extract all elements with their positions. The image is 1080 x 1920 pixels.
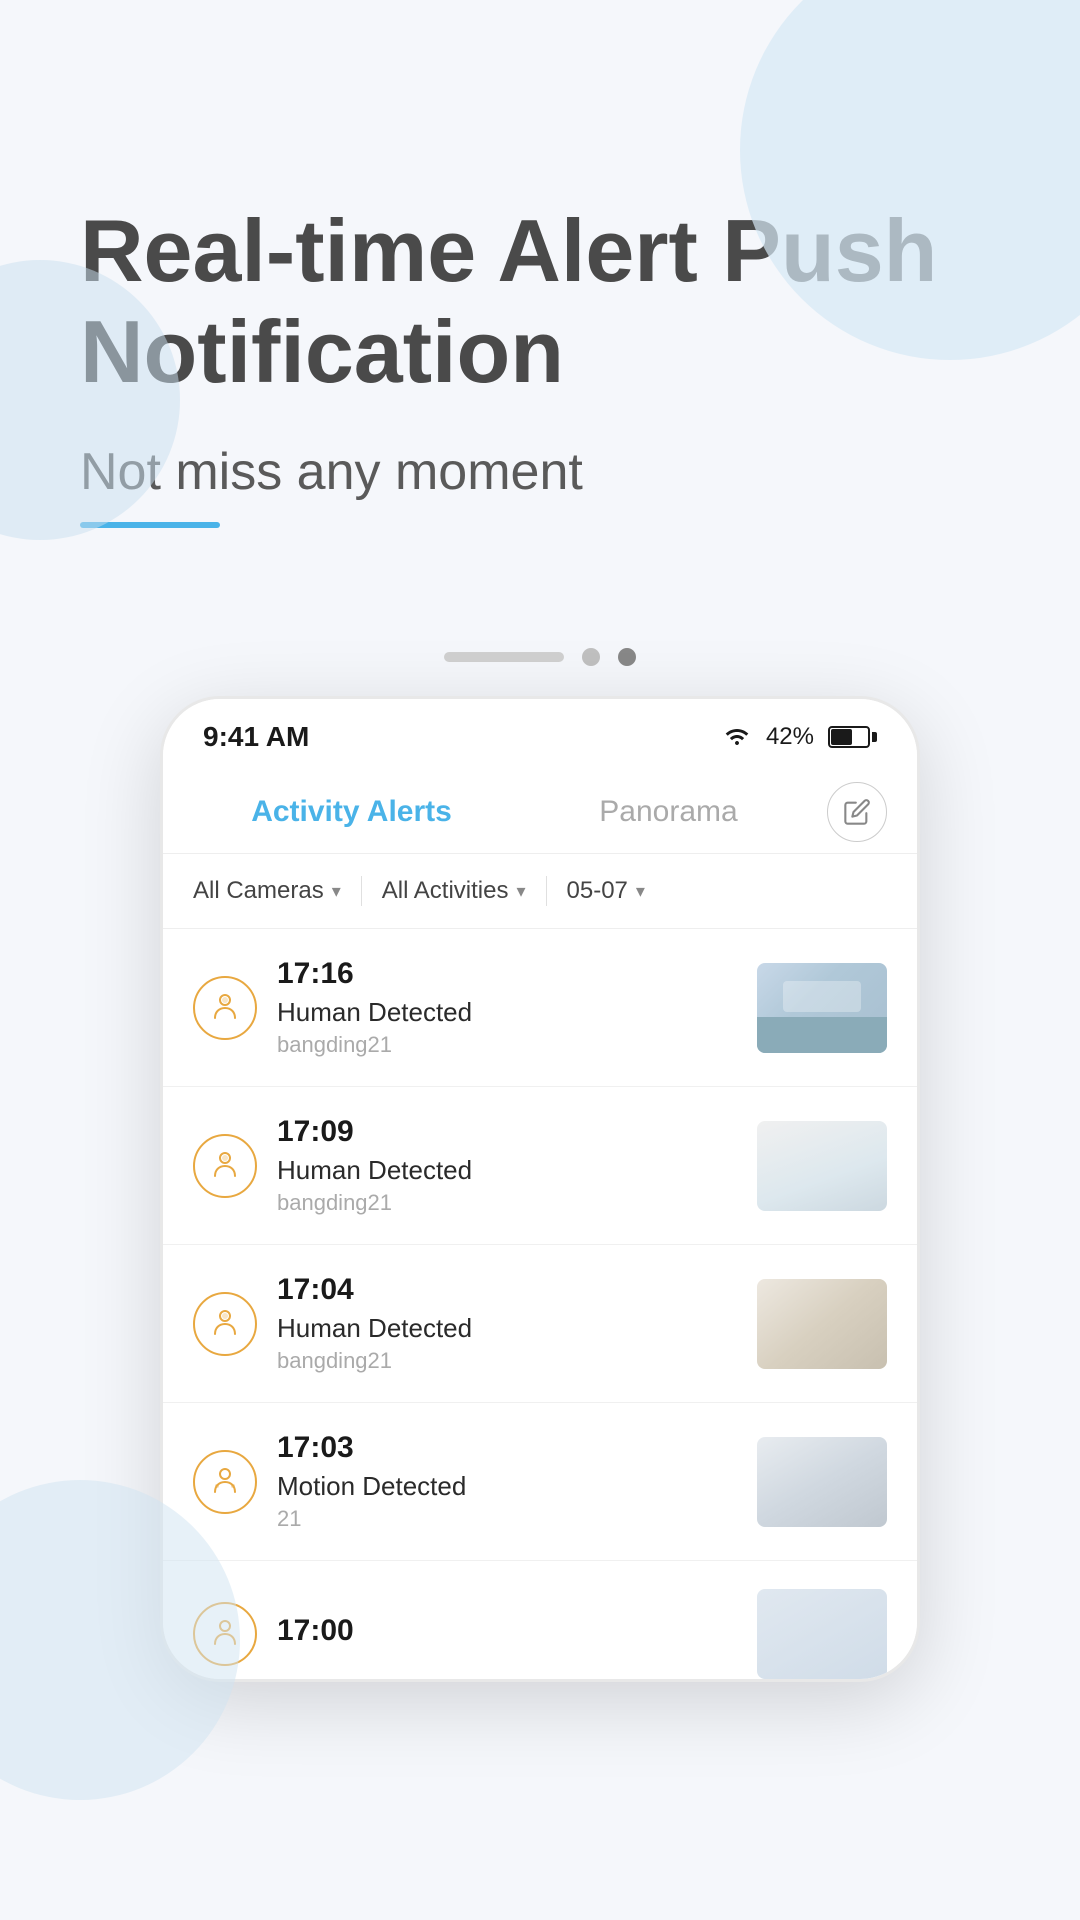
activity-time: 17:04 [277,1273,737,1307]
filter-cameras[interactable]: All Cameras ▾ [193,877,341,905]
chevron-down-icon: ▾ [332,881,341,902]
filter-cameras-label: All Cameras [193,877,324,905]
activity-item[interactable]: 17:09 Human Detected bangding21 [163,1087,917,1245]
battery-icon [828,726,877,748]
activity-item[interactable]: 17:03 Motion Detected 21 [163,1403,917,1561]
status-bar: 9:41 AM 42% [163,699,917,771]
filter-divider-2 [546,876,547,906]
filter-activities[interactable]: All Activities ▾ [382,877,526,905]
activity-thumbnail [757,1279,887,1369]
activity-thumbnail [757,1589,887,1679]
activity-thumbnail [757,1437,887,1527]
pagination-dot-2[interactable] [618,648,636,666]
activity-type: Human Detected [277,1313,737,1344]
pagination-dot-1[interactable] [582,648,600,666]
pagination-bar [444,652,564,662]
activity-camera: 21 [277,1506,737,1532]
activity-info: 17:00 [277,1614,737,1654]
activity-time: 17:00 [277,1614,737,1648]
wifi-icon [722,723,752,752]
activity-camera: bangding21 [277,1190,737,1216]
activity-time: 17:09 [277,1115,737,1149]
tab-panorama[interactable]: Panorama [510,781,827,843]
activity-time: 17:03 [277,1431,737,1465]
phone-mockup: 9:41 AM 42% [160,696,920,1682]
human-detect-icon-wrap [193,1134,257,1198]
activity-info: 17:09 Human Detected bangding21 [277,1115,737,1216]
pagination-area [0,648,1080,666]
activity-type: Motion Detected [277,1471,737,1502]
activity-info: 17:04 Human Detected bangding21 [277,1273,737,1374]
human-detect-icon-wrap [193,976,257,1040]
human-detect-icon-wrap [193,1292,257,1356]
activity-info: 17:16 Human Detected bangding21 [277,957,737,1058]
filter-activities-label: All Activities [382,877,509,905]
battery-percentage: 42% [766,723,814,751]
motion-detect-icon-wrap [193,1450,257,1514]
hero-subtitle: Not miss any moment [80,442,1000,502]
status-time: 9:41 AM [203,721,309,753]
activity-camera: bangding21 [277,1032,737,1058]
filter-divider-1 [361,876,362,906]
activity-item[interactable]: 17:16 Human Detected bangding21 [163,929,917,1087]
chevron-down-icon-2: ▾ [516,881,525,902]
status-icons: 42% [722,723,877,752]
edit-button[interactable] [827,782,887,842]
activity-type: Human Detected [277,997,737,1028]
activity-thumbnail [757,963,887,1053]
activity-camera: bangding21 [277,1348,737,1374]
activity-thumbnail [757,1121,887,1211]
tab-activity-alerts[interactable]: Activity Alerts [193,781,510,843]
tab-bar: Activity Alerts Panorama [163,771,917,854]
filter-date[interactable]: 05-07 ▾ [567,877,645,905]
activity-info: 17:03 Motion Detected 21 [277,1431,737,1532]
filter-date-label: 05-07 [567,877,628,905]
activity-list: 17:16 Human Detected bangding21 [163,929,917,1679]
activity-time: 17:16 [277,957,737,991]
chevron-down-icon-3: ▾ [636,881,645,902]
filter-bar: All Cameras ▾ All Activities ▾ 05-07 ▾ [163,854,917,929]
activity-type: Human Detected [277,1155,737,1186]
activity-item-partial[interactable]: 17:00 [163,1561,917,1679]
activity-item[interactable]: 17:04 Human Detected bangding21 [163,1245,917,1403]
